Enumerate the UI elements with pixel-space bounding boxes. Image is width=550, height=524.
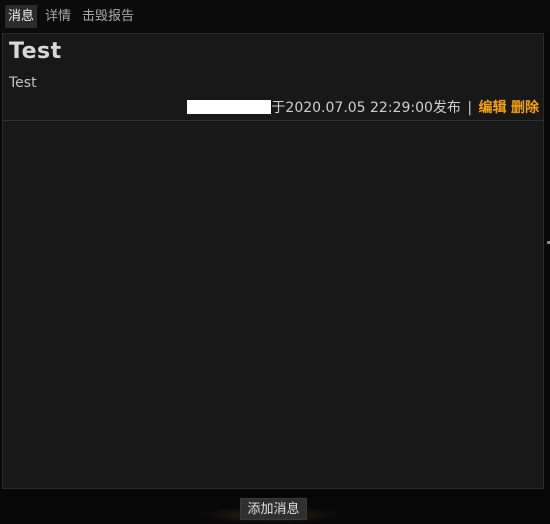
message-panel: Test Test 于2020.07.05 22:29:00发布 | 编辑 删除 — [2, 33, 544, 489]
add-message-button[interactable]: 添加消息 — [240, 498, 307, 520]
message-body: Test — [9, 75, 37, 91]
message-meta: 于2020.07.05 22:29:00发布 | 编辑 删除 — [187, 98, 539, 118]
message-timestamp: 于2020.07.05 22:29:00发布 — [271, 100, 461, 116]
message-title: Test — [9, 39, 62, 64]
message-item: Test Test 于2020.07.05 22:29:00发布 | 编辑 删除 — [3, 34, 543, 121]
tab-kill-report[interactable]: 击毁报告 — [79, 5, 137, 28]
tab-details[interactable]: 详情 — [42, 5, 74, 28]
redacted-author — [187, 100, 272, 114]
tab-bar: 消息 详情 击毁报告 — [0, 0, 550, 32]
delete-link[interactable]: 删除 — [511, 100, 539, 116]
edit-link[interactable]: 编辑 — [479, 100, 507, 116]
meta-separator: | — [467, 100, 473, 116]
tab-messages[interactable]: 消息 — [5, 5, 38, 28]
footer: 添加消息 — [0, 490, 550, 524]
